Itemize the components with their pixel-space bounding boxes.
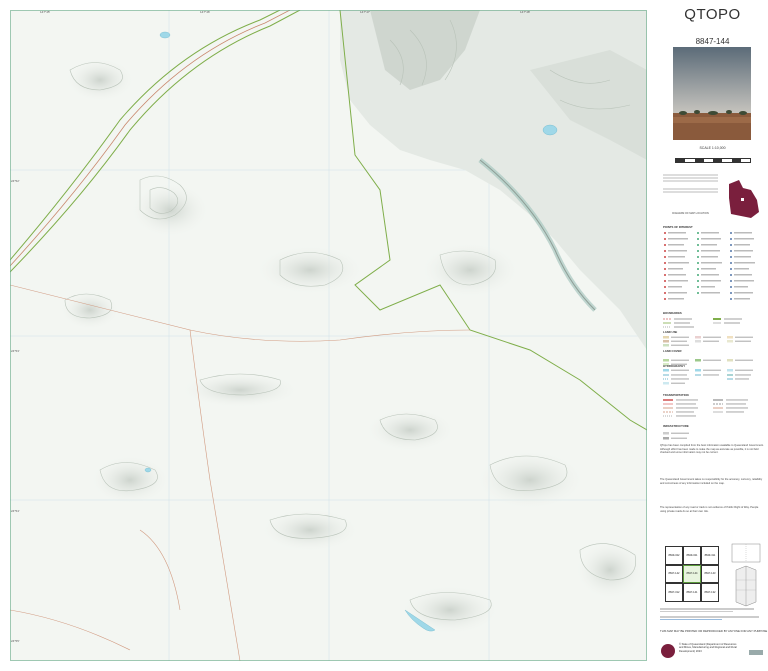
- disclaimer-paragraph: The Queensland Government takes no respo…: [660, 478, 763, 485]
- left-tick-label: 24°52': [11, 179, 20, 183]
- folding-diagram: [730, 540, 762, 608]
- legend-land-use-block: [663, 335, 763, 347]
- index-cell-current[interactable]: 8847-144: [683, 564, 701, 584]
- index-cell[interactable]: 8849-321: [683, 546, 701, 565]
- legend-heading: POINTS OF INTEREST: [663, 225, 693, 229]
- map-info-text: [663, 173, 718, 194]
- cover-photo: [673, 47, 751, 140]
- scale-label: SCALE 1:10,000: [699, 146, 726, 150]
- legend-heading: LAND USE: [663, 330, 678, 334]
- queensland-government-logo: [661, 644, 675, 658]
- state-location-diagram: [725, 178, 761, 220]
- creative-commons-badge: [749, 650, 763, 655]
- map-canvas: [10, 10, 647, 661]
- scale-bar: [675, 158, 751, 163]
- top-tick-label: 147°47': [360, 10, 371, 14]
- index-cell[interactable]: 8847-132: [701, 583, 719, 602]
- adjoining-sheets-index: 8849-322 8849-321 8849-311 8847-142 8847…: [665, 546, 719, 602]
- left-tick-label: 24°55': [11, 639, 20, 643]
- legend-heading: LAND COVER: [663, 349, 682, 353]
- left-tick-label: 24°54': [11, 509, 20, 513]
- contact-info: [660, 607, 764, 621]
- index-cell[interactable]: 8847-143: [701, 564, 719, 584]
- location-diagram-caption: DIAGRAM OF MAP LOCATION: [672, 212, 709, 215]
- map-sidebar-panel: QTOPO 8847-144 SCALE 1:10,000 DIAGRAM OF…: [657, 0, 768, 671]
- index-cell[interactable]: 8849-322: [665, 546, 683, 565]
- index-cell[interactable]: 8849-311: [701, 546, 719, 565]
- index-cell[interactable]: 8847-141: [683, 583, 701, 602]
- legend-hydrography-block: [663, 369, 763, 391]
- index-cell[interactable]: 8847-312: [665, 583, 683, 602]
- legend-infrastructure-block: [663, 429, 763, 440]
- sheet-number: 8847-144: [695, 37, 730, 46]
- legend-heading: INFRASTRUCTURE: [663, 424, 689, 428]
- reproduction-note: THIS MAP MAY BE PRINTED OR REPRODUCED BY…: [660, 629, 768, 633]
- disclaimer-paragraph: The representation of any road or track …: [660, 506, 759, 513]
- copyright-statement: © State of Queensland (Department of Res…: [679, 643, 737, 653]
- top-tick-label: 147°48': [520, 10, 531, 14]
- topographic-map[interactable]: 147°45' 147°46' 147°47' 147°48' 24°52' 2…: [10, 10, 647, 661]
- tracks: [10, 284, 471, 661]
- disclaimer-paragraph: QTopo has been compiled from the best in…: [660, 444, 764, 454]
- left-tick-label: 24°53': [11, 349, 20, 353]
- hillshade-relief: [60, 10, 647, 635]
- legend-heading: HYDROGRAPHY: [663, 364, 686, 368]
- legend-heading: TRANSPORTATION: [663, 393, 689, 397]
- map-title: QTOPO: [684, 6, 741, 23]
- bottom-coordinate-strip: [10, 662, 647, 668]
- legend-transport-block: [663, 398, 763, 422]
- legend-points-block: [663, 230, 763, 308]
- top-tick-label: 147°45': [40, 10, 51, 14]
- index-cell[interactable]: 8847-142: [665, 564, 683, 584]
- top-tick-label: 147°46': [200, 10, 211, 14]
- legend-heading: BOUNDARIES: [663, 311, 682, 315]
- legend-boundaries-block: [663, 316, 763, 328]
- legend-land-cover-block: [663, 354, 763, 366]
